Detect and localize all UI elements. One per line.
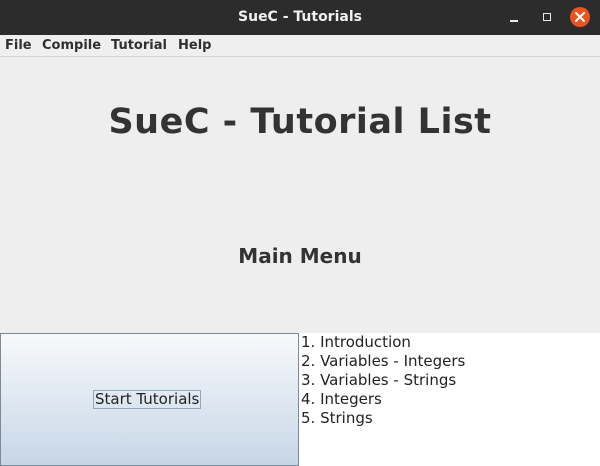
menu-tutorial[interactable]: Tutorial: [111, 38, 167, 53]
page-title: SueC - Tutorial List: [108, 102, 492, 142]
start-tutorials-label: Start Tutorials: [93, 390, 202, 409]
start-tutorials-button[interactable]: Start Tutorials: [0, 333, 299, 466]
main-menu-label: Main Menu: [238, 244, 362, 268]
minimize-icon[interactable]: [504, 7, 524, 27]
list-item[interactable]: 4. Integers: [301, 390, 382, 409]
close-icon[interactable]: [570, 7, 590, 27]
tutorial-list: 1. Introduction 2. Variables - Integers …: [299, 333, 600, 466]
title-bar[interactable]: SueC - Tutorials: [0, 0, 600, 35]
app-window: SueC - Tutorials File Compile Tutorial H…: [0, 0, 600, 466]
maximize-icon[interactable]: [537, 7, 557, 27]
list-item[interactable]: 5. Strings: [301, 409, 373, 428]
list-item[interactable]: 1. Introduction: [301, 333, 411, 352]
list-item[interactable]: 3. Variables - Strings: [301, 371, 456, 390]
list-item[interactable]: 2. Variables - Integers: [301, 352, 465, 371]
menu-help[interactable]: Help: [178, 38, 211, 53]
menu-compile[interactable]: Compile: [42, 38, 101, 53]
close-glyph: [575, 12, 585, 22]
menu-bar: File Compile Tutorial Help: [0, 35, 600, 57]
menu-file[interactable]: File: [5, 38, 32, 53]
